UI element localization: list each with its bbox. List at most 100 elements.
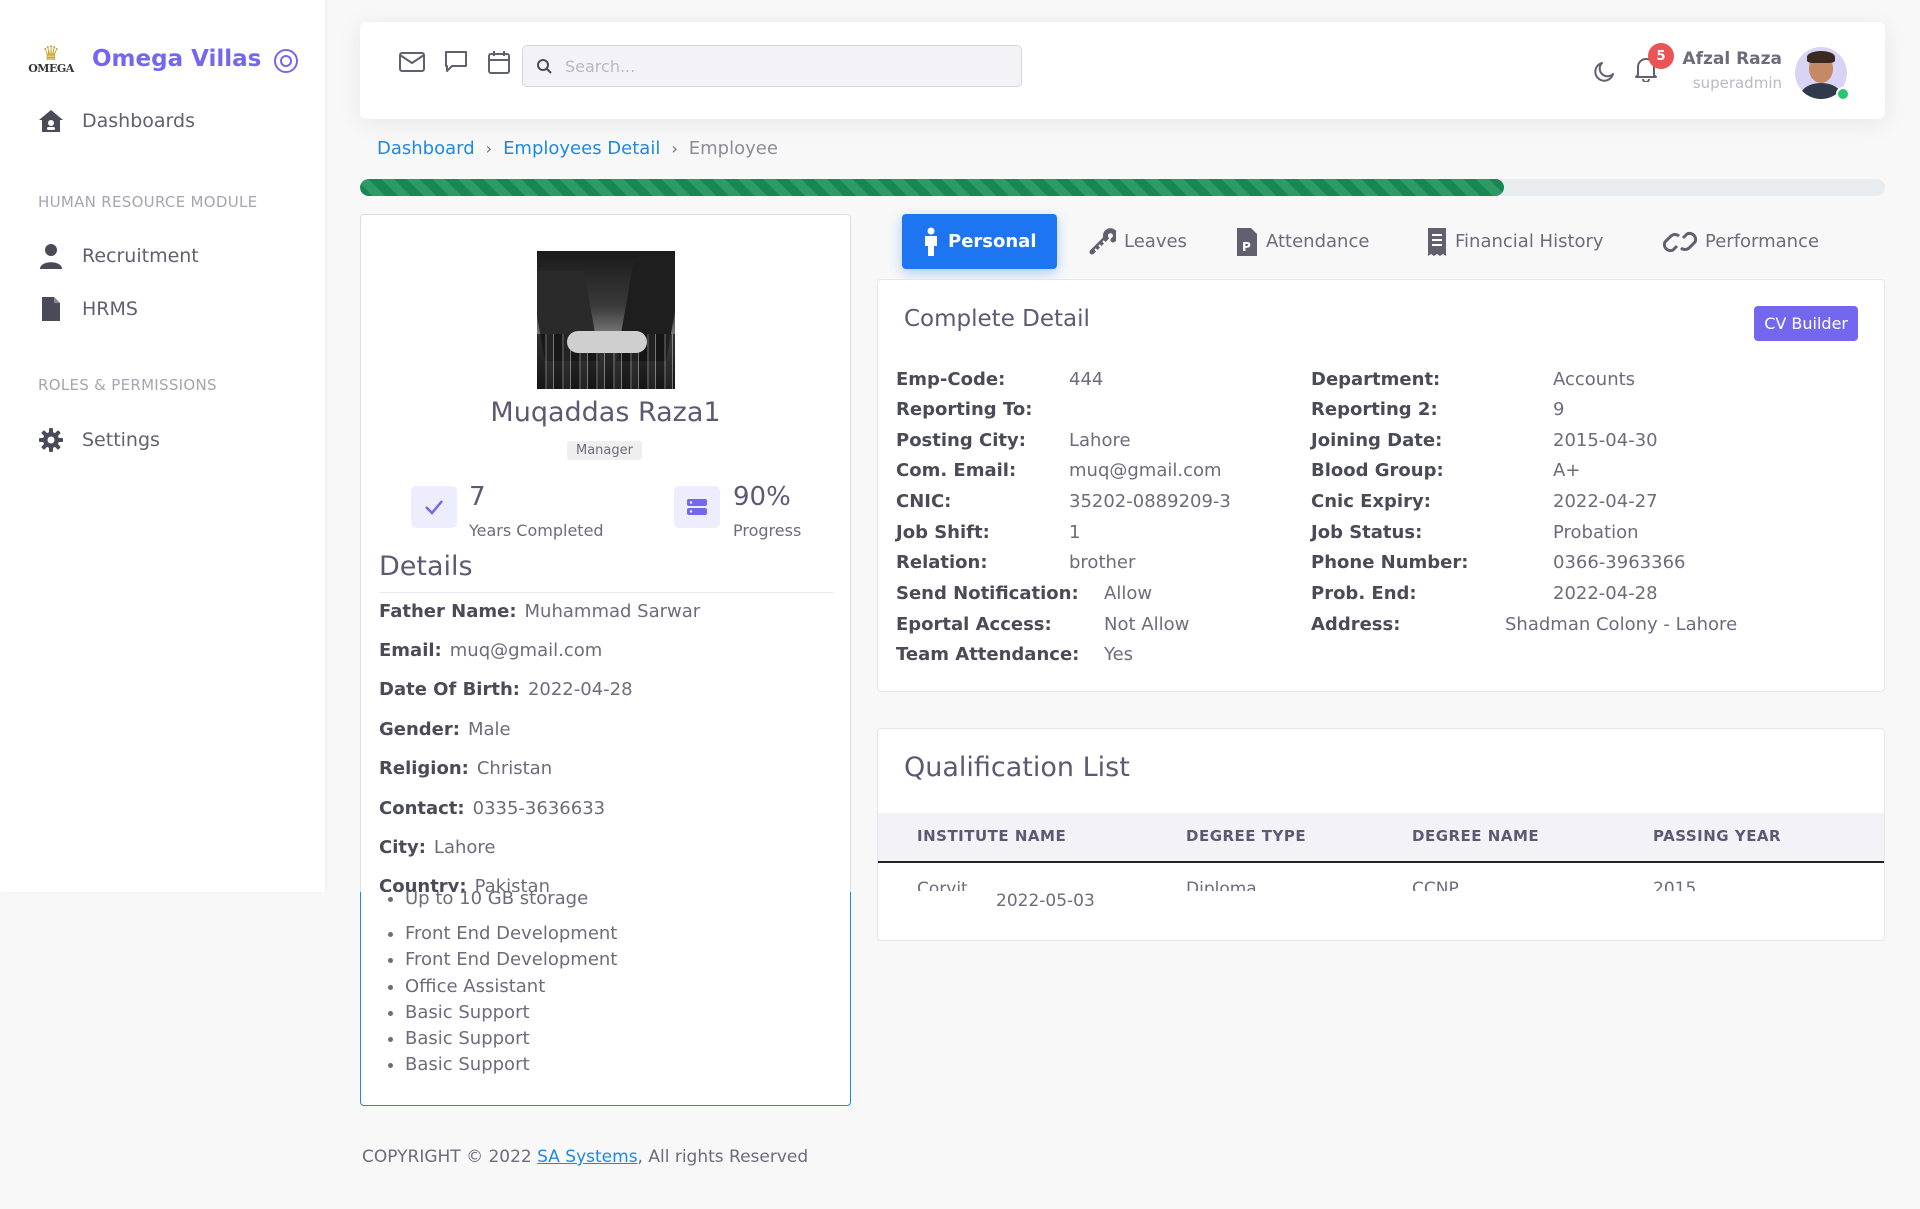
footer: COPYRIGHT © 2022 SA Systems, All rights … (362, 1147, 808, 1167)
blood-group-label: Blood Group: (1311, 460, 1444, 481)
cell-institute: Corvit (917, 879, 968, 891)
copyright-text: COPYRIGHT © 2022 (362, 1147, 538, 1167)
reporting-to-label: Reporting To: (896, 399, 1033, 420)
eportal-access-label: Eportal Access: (896, 614, 1052, 635)
profile-name: Muqaddas Raza1 (490, 397, 721, 428)
server-icon (674, 486, 720, 528)
cnic-value: 35202-0889209-3 (1069, 491, 1231, 512)
user-role: superadmin (1692, 74, 1782, 92)
joining-date-value: 2015-04-30 (1553, 430, 1658, 451)
breadcrumb-dashboard[interactable]: Dashboard (377, 138, 475, 159)
breadcrumb-employees-detail[interactable]: Employees Detail (503, 138, 660, 159)
check-icon (411, 486, 457, 528)
logo-text: OMEGA (28, 61, 74, 75)
breadcrumb-current: Employee (688, 138, 778, 159)
complete-detail-card: Complete Detail CV Builder Emp-Code: 444… (877, 279, 1885, 692)
tab-label: Attendance (1266, 231, 1370, 252)
years-completed-value: 7 (469, 482, 486, 512)
sidebar-toggle-icon[interactable] (274, 49, 298, 73)
parking-file-icon: P (1236, 227, 1258, 257)
com-email-value: muq@gmail.com (1069, 460, 1222, 481)
tab-label: Financial History (1455, 231, 1604, 252)
tab-personal[interactable]: Personal (902, 214, 1057, 269)
sidebar-item-label: HRMS (82, 298, 138, 320)
company-link[interactable]: SA Systems (537, 1147, 637, 1167)
team-attendance-value: Yes (1104, 644, 1134, 665)
list-item: Basic Support (405, 1000, 617, 1026)
overflow-date: 2022-05-03 (996, 891, 1095, 911)
calendar-icon[interactable] (485, 48, 513, 76)
tab-label: Leaves (1124, 231, 1187, 252)
joining-date-label: Joining Date: (1311, 430, 1443, 451)
brand[interactable]: ♛ OMEGA Omega Villas (28, 36, 261, 82)
user-icon (36, 243, 66, 269)
detail-religion: Religion: Christan (379, 758, 553, 779)
column-header: PASSING YEAR (1653, 827, 1782, 845)
list-item: Basic Support (405, 1026, 617, 1052)
search-bar[interactable] (522, 45, 1022, 87)
home-icon (36, 108, 66, 134)
mail-icon[interactable] (398, 48, 426, 76)
reporting-2-label: Reporting 2: (1311, 399, 1438, 420)
search-icon (523, 58, 565, 74)
cell-degree-name: CCNP (1412, 879, 1459, 891)
cv-builder-button[interactable]: CV Builder (1754, 306, 1858, 341)
detail-contact: Contact: 0335-3636633 (379, 798, 606, 819)
message-icon[interactable] (442, 48, 470, 76)
job-status-label: Job Status: (1311, 522, 1423, 543)
progress-value: 90% (733, 482, 791, 512)
detail-father-name: Father Name: Muhammad Sarwar (379, 601, 701, 622)
person-icon (922, 227, 940, 257)
emp-code-value: 444 (1069, 369, 1104, 390)
com-email-label: Com. Email: (896, 460, 1017, 481)
tab-performance[interactable]: Performance (1643, 214, 1839, 269)
tab-attendance[interactable]: P Attendance (1216, 214, 1389, 269)
years-completed-label: Years Completed (469, 521, 604, 540)
cnic-label: CNIC: (896, 491, 952, 512)
moon-icon[interactable] (1590, 58, 1618, 86)
list-item: Basic Support (405, 1052, 617, 1078)
profile-progress-bar (360, 179, 1885, 196)
eportal-access-value: Not Allow (1104, 614, 1190, 635)
breadcrumb: Dashboard › Employees Detail › Employee (377, 138, 778, 159)
candy-cane-icon (1088, 227, 1116, 256)
job-shift-label: Job Shift: (896, 522, 990, 543)
progress-fill (360, 179, 1504, 196)
sidebar-item-label: Dashboards (82, 110, 195, 132)
tab-label: Performance (1705, 231, 1820, 252)
details-title: Details (379, 551, 473, 582)
tab-financial-history[interactable]: Financial History (1407, 214, 1624, 269)
sidebar-item-dashboards[interactable]: Dashboards (36, 108, 195, 134)
receipt-icon (1427, 227, 1447, 257)
detail-gender: Gender: Male (379, 719, 511, 740)
sidebar-item-label: Recruitment (82, 245, 199, 267)
cnic-expiry-value: 2022-04-27 (1553, 491, 1658, 512)
role-badge: Manager (567, 441, 642, 460)
user-name[interactable]: Afzal Raza (1682, 49, 1782, 69)
detail-dob: Date Of Birth: 2022-04-28 (379, 679, 633, 700)
crown-icon: ♛ (42, 40, 60, 65)
column-header: INSTITUTE NAME (917, 827, 1067, 845)
link-icon (1663, 228, 1697, 256)
tab-leaves[interactable]: Leaves (1068, 214, 1207, 269)
svg-text:P: P (1242, 240, 1251, 254)
table-row[interactable]: Corvit Diploma CCNP 2015 (878, 865, 1884, 891)
sidebar-item-label: Settings (82, 429, 160, 451)
team-attendance-label: Team Attendance: (896, 644, 1080, 665)
search-input[interactable] (565, 56, 1005, 76)
profile-photo (537, 251, 675, 389)
column-header: DEGREE TYPE (1186, 827, 1307, 845)
cell-degree-type: Diploma (1186, 879, 1257, 891)
relation-value: brother (1069, 552, 1136, 573)
posting-city-value: Lahore (1069, 430, 1131, 451)
qualification-list-card: Qualification List INSTITUTE NAME DEGREE… (877, 728, 1885, 941)
sidebar-item-hrms[interactable]: HRMS (36, 296, 138, 322)
posting-city-label: Posting City: (896, 430, 1026, 451)
sidebar-item-settings[interactable]: Settings (36, 427, 160, 453)
send-notification-value: Allow (1104, 583, 1153, 604)
tab-label: Personal (948, 231, 1037, 252)
divider (379, 592, 834, 593)
nav-section-header: HUMAN RESOURCE MODULE (38, 193, 258, 211)
cnic-expiry-label: Cnic Expiry: (1311, 491, 1431, 512)
sidebar-item-recruitment[interactable]: Recruitment (36, 243, 199, 269)
